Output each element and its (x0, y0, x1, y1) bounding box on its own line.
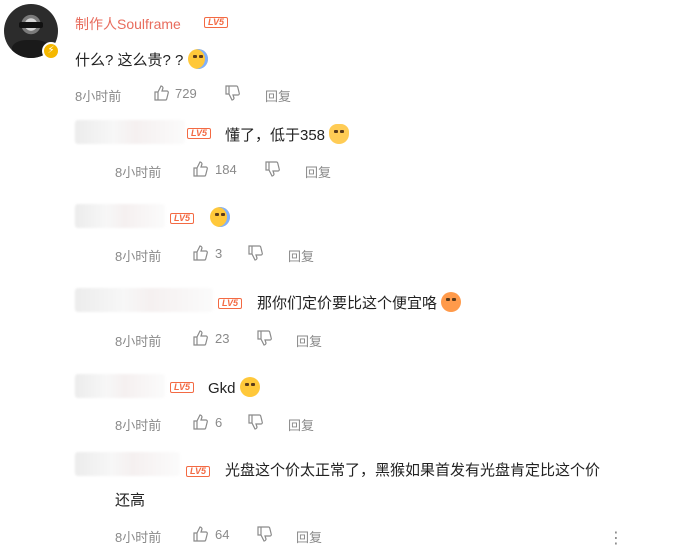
like-count: 64 (215, 527, 230, 542)
blurred-username (75, 204, 165, 228)
blurred-username (75, 452, 180, 476)
timestamp: 8小时前 (115, 165, 162, 180)
timestamp: 8小时前 (75, 89, 122, 104)
like-count: 729 (175, 86, 197, 101)
like-count: 3 (215, 246, 223, 261)
reply-meta: 8小时前 184 回复 (115, 161, 415, 181)
thumb-up-icon[interactable] (192, 245, 208, 261)
thumb-up-icon[interactable] (192, 414, 208, 430)
level-badge: LV5 (170, 382, 194, 393)
reply-text: 光盘这个价太正常了，黑猴如果首发有光盘肯定比这个价 (225, 462, 601, 479)
timestamp: 8小时前 (115, 249, 162, 264)
timestamp: 8小时前 (115, 334, 162, 349)
reply-meta: 8小时前 64 回复 (115, 526, 415, 546)
level-badge: LV5 (170, 213, 194, 224)
thumb-up-icon[interactable] (192, 161, 208, 177)
comment-text: 什么? 这么贵? ? (75, 49, 208, 71)
blurred-username (75, 288, 213, 312)
level-badge: LV5 (187, 128, 211, 139)
reply-text: Gkd (208, 377, 260, 399)
reply-button[interactable]: 回复 (288, 415, 314, 434)
like-count: 6 (215, 415, 223, 430)
reply-button[interactable]: 回复 (305, 162, 331, 181)
reply-meta: 8小时前 6 回复 (115, 414, 415, 434)
thumb-up-icon[interactable] (192, 330, 208, 346)
grin-emoji-icon (441, 292, 462, 312)
reply-text-continued: 还高 (115, 492, 146, 509)
reply-text (210, 207, 230, 229)
reply-meta: 8小时前 3 回复 (115, 245, 415, 265)
level-badge: LV5 (186, 466, 210, 477)
reply-button[interactable]: 回复 (265, 86, 291, 105)
thumb-down-icon[interactable] (247, 245, 263, 261)
comment-meta: 8小时前 729 回复 (75, 85, 375, 105)
blurred-username (75, 374, 165, 398)
thumb-down-icon[interactable] (256, 526, 272, 542)
more-vertical-icon[interactable]: ⋮ (608, 528, 624, 548)
reply-meta: 8小时前 23 回复 (115, 330, 415, 350)
timestamp: 8小时前 (115, 530, 162, 545)
reply-text-content: 懂了，低于358 (225, 127, 326, 144)
level-badge: LV5 (204, 17, 228, 28)
level-badge: LV5 (218, 298, 242, 309)
thumb-down-icon[interactable] (256, 330, 272, 346)
timestamp: 8小时前 (115, 418, 162, 433)
author-name[interactable]: 制作人Soulframe (75, 14, 181, 34)
thumb-up-icon[interactable] (153, 85, 169, 101)
laugh-cry-emoji-icon (187, 49, 208, 69)
comment-text-content: 什么? 这么贵? ? (75, 52, 184, 69)
smirk-emoji-icon (239, 377, 260, 397)
like-count: 184 (215, 162, 237, 177)
reply-text-content: Gkd (208, 380, 236, 397)
verified-badge-icon: ⚡ (42, 42, 60, 60)
reply-button[interactable]: 回复 (296, 527, 322, 546)
reply-button[interactable]: 回复 (288, 246, 314, 265)
reply-text: 懂了，低于358 (225, 124, 350, 146)
cat-emoji-icon (329, 124, 350, 144)
main-comment: ⚡ 制作人Soulframe LV5 什么? 这么贵? ? 8小时前 729 回… (0, 0, 680, 110)
reply-text: 那你们定价要比这个便宜咯 (257, 292, 462, 314)
avatar-glasses (19, 22, 43, 28)
laugh-cry-emoji-icon (210, 207, 230, 227)
reply-text-content: 那你们定价要比这个便宜咯 (257, 295, 438, 312)
thumb-up-icon[interactable] (192, 526, 208, 542)
like-count: 23 (215, 331, 230, 346)
blurred-username (75, 120, 185, 144)
thumb-down-icon[interactable] (224, 85, 240, 101)
thumb-down-icon[interactable] (264, 161, 280, 177)
reply-button[interactable]: 回复 (296, 331, 322, 350)
thumb-down-icon[interactable] (247, 414, 263, 430)
